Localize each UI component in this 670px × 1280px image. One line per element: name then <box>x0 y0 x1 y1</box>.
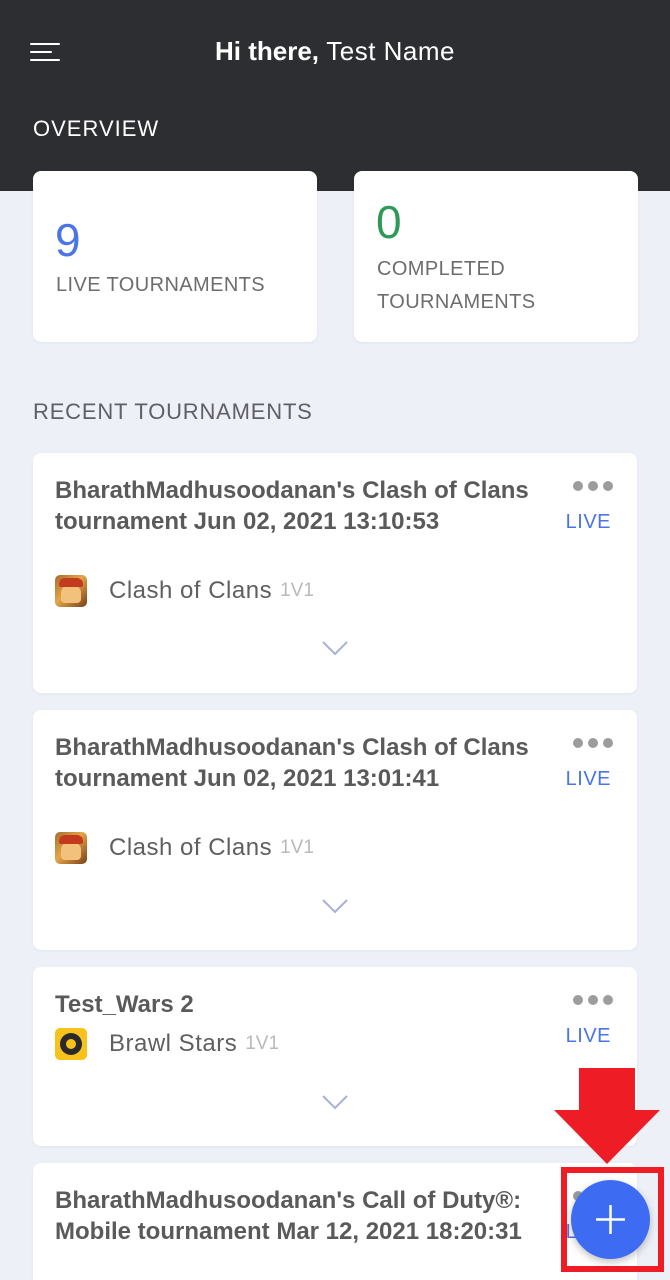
tournament-title: Test_Wars 2 <box>55 991 194 1018</box>
game-name: Brawl Stars <box>109 1030 238 1057</box>
tournament-title: BharathMadhusoodanan's Clash of Clans to… <box>55 477 529 535</box>
app-header: Hi there, Test Name OVERVIEW <box>0 0 670 191</box>
game-name: Clash of Clans <box>109 577 273 604</box>
tournament-card[interactable]: BharathMadhusoodanan's Clash of Clans to… <box>33 453 637 693</box>
recent-tournaments-title: RECENT TOURNAMENTS <box>33 399 313 424</box>
tournament-game: Clash of Clans 1V1 <box>55 832 314 864</box>
add-tournament-button[interactable] <box>571 1180 650 1259</box>
user-name: Test Name <box>326 36 456 66</box>
tournament-title: BharathMadhusoodanan's Call of Duty®: Mo… <box>55 1187 522 1245</box>
live-tournaments-card[interactable]: 9 LIVE TOURNAMENTS <box>33 171 317 342</box>
more-options-icon[interactable] <box>573 738 613 750</box>
status-badge: LIVE <box>565 1025 611 1047</box>
game-mode: 1V1 <box>280 580 314 601</box>
tournament-card[interactable]: Test_Wars 2 LIVE Brawl Stars 1V1 <box>33 967 637 1146</box>
plus-icon <box>596 1205 625 1234</box>
more-options-icon[interactable] <box>573 995 613 1007</box>
clash-of-clans-icon <box>55 832 87 864</box>
tournament-game: Brawl Stars 1V1 <box>55 1028 279 1060</box>
status-badge: LIVE <box>565 511 611 533</box>
annotation-arrow-icon <box>554 1068 660 1164</box>
tournament-card[interactable]: BharathMadhusoodanan's Call of Duty®: Mo… <box>33 1163 637 1280</box>
completed-tournaments-card[interactable]: 0 COMPLETED TOURNAMENTS <box>354 171 638 342</box>
completed-tournaments-count: 0 <box>376 196 402 248</box>
tournament-game: Clash of Clans 1V1 <box>55 575 314 607</box>
tournament-title: BharathMadhusoodanan's Clash of Clans to… <box>55 734 529 792</box>
game-mode: 1V1 <box>245 1033 280 1054</box>
greeting: Hi there, Test Name <box>0 36 670 67</box>
greeting-prefix: Hi there, <box>214 36 320 66</box>
status-badge: LIVE <box>565 768 611 790</box>
live-tournaments-label: LIVE TOURNAMENTS <box>56 274 266 296</box>
game-mode: 1V1 <box>280 837 314 858</box>
chevron-down-icon[interactable] <box>322 1094 348 1110</box>
game-name: Clash of Clans <box>109 834 273 861</box>
live-tournaments-count: 9 <box>55 214 81 266</box>
overview-title: OVERVIEW <box>33 116 160 141</box>
completed-tournaments-label: COMPLETED TOURNAMENTS <box>377 258 536 313</box>
chevron-down-icon[interactable] <box>322 640 348 656</box>
brawl-stars-icon <box>55 1028 87 1060</box>
chevron-down-icon[interactable] <box>322 898 348 914</box>
more-options-icon[interactable] <box>573 481 613 493</box>
tournament-card[interactable]: BharathMadhusoodanan's Clash of Clans to… <box>33 710 637 950</box>
clash-of-clans-icon <box>55 575 87 607</box>
